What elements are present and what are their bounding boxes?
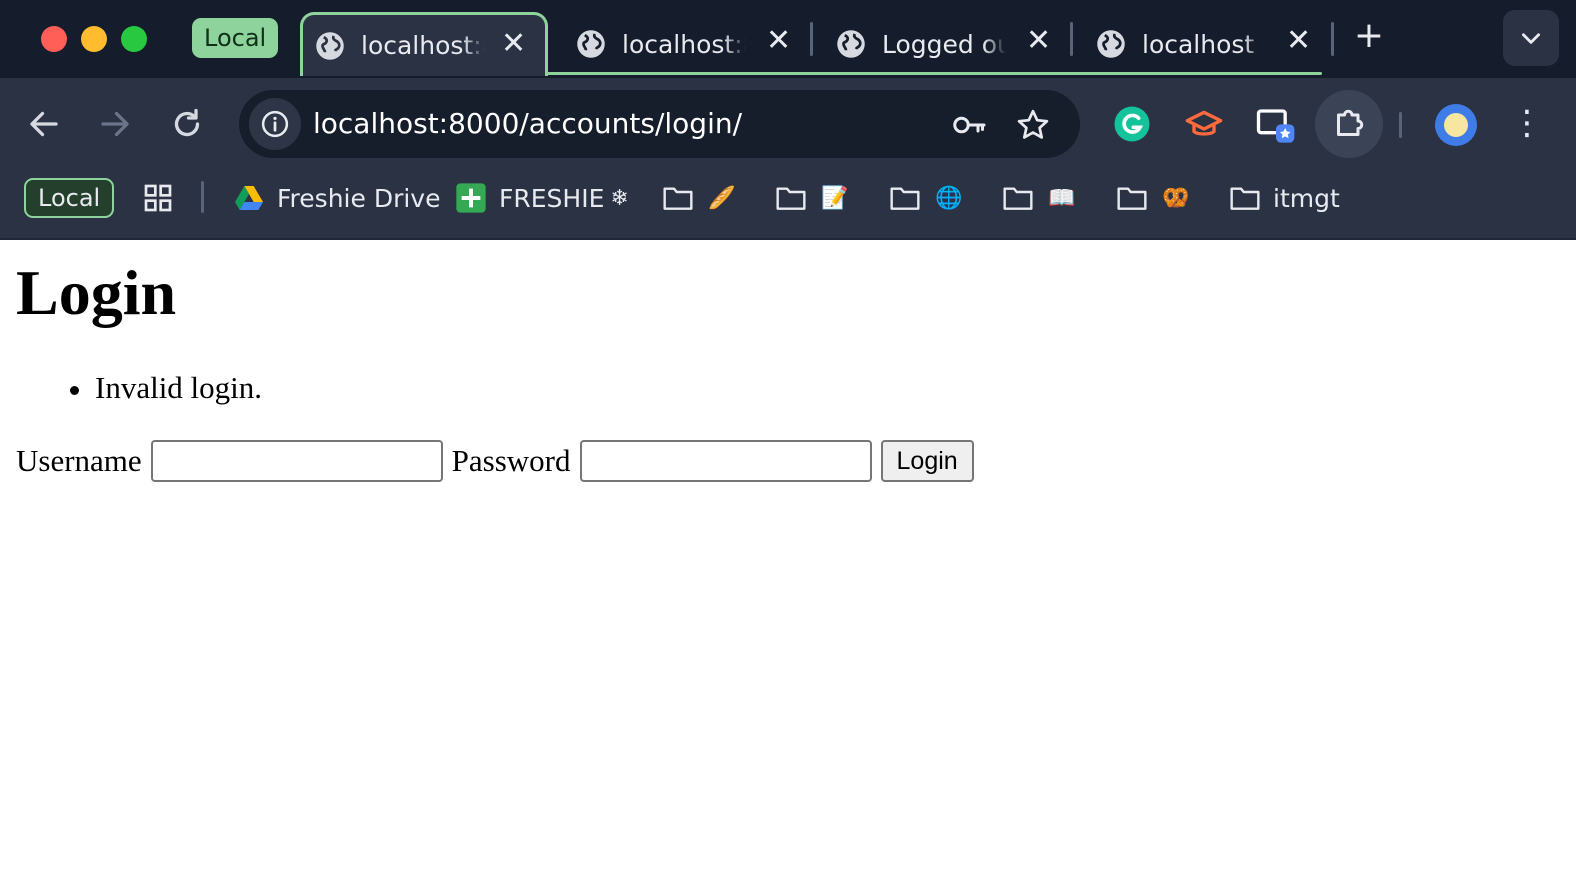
green-plus-icon	[456, 183, 486, 213]
tab-localhost-8000[interactable]: localhost:8000 ✕	[560, 12, 810, 76]
bookmark-label: FRESHIE	[499, 183, 605, 213]
star-icon[interactable]	[1015, 107, 1051, 143]
url-text[interactable]: localhost:8000/accounts/login/	[313, 107, 742, 140]
snowflake-emoji: ❄	[610, 185, 629, 211]
plus-icon[interactable]: +	[1352, 18, 1386, 54]
globe-icon	[316, 31, 344, 60]
close-tab-icon[interactable]: ✕	[766, 26, 791, 56]
apps-grid-icon[interactable]	[142, 182, 174, 214]
tab-separator	[1331, 22, 1334, 56]
bookmarks-separator	[201, 181, 204, 213]
bookmark-label: Freshie Drive	[277, 183, 441, 213]
extensions-button[interactable]	[1315, 90, 1383, 158]
tab-title: localhost:8000/accounts/login/	[361, 31, 485, 60]
username-label: Username	[16, 443, 142, 478]
page-content: Login Invalid login. Username Password L…	[0, 240, 1576, 870]
key-icon[interactable]	[951, 107, 987, 143]
folder-icon	[776, 187, 806, 210]
more-menu-icon[interactable]: ⋮	[1510, 106, 1544, 142]
bookmark-freshie[interactable]: FRESHIE ❄	[455, 180, 629, 216]
bookmark-folder-memo[interactable]: 📝	[775, 180, 848, 216]
tab-title: Logged out	[882, 29, 1006, 59]
toolbar: localhost:8000/accounts/login/ ⋮	[0, 78, 1576, 170]
tab-strip: Local localhost:8000/accounts/login/ ✕ l…	[0, 0, 1576, 78]
password-label: Password	[451, 443, 571, 478]
tab-logged-out[interactable]: Logged out ✕	[820, 12, 1070, 76]
tab-title: localhost:8000	[622, 29, 746, 59]
password-field[interactable]	[579, 440, 872, 482]
tab-separator	[810, 22, 813, 56]
reload-icon[interactable]	[169, 106, 205, 142]
page-title: Login	[16, 257, 177, 328]
folder-icon	[890, 187, 920, 210]
bookmark-folder-pretzel[interactable]: 🥨	[1116, 180, 1189, 216]
site-info-button[interactable]	[249, 98, 301, 150]
address-bar[interactable]: localhost:8000/accounts/login/	[239, 90, 1080, 158]
folder-icon	[1230, 187, 1260, 210]
toolbar-separator	[1399, 112, 1402, 138]
avatar[interactable]	[1435, 104, 1477, 146]
globe-icon	[837, 30, 865, 58]
book-emoji: 📖	[1048, 185, 1076, 211]
error-message: Invalid login.	[69, 370, 263, 405]
folder-icon	[1003, 187, 1033, 210]
zoom-window-button[interactable]	[121, 26, 147, 52]
close-tab-icon[interactable]: ✕	[501, 29, 526, 59]
bread-emoji: 🥖	[708, 185, 736, 211]
bookmark-folder-itmgt[interactable]: itmgt	[1229, 180, 1340, 216]
memo-emoji: 📝	[821, 185, 849, 211]
browser-chrome: Local localhost:8000/accounts/login/ ✕ l…	[0, 0, 1576, 240]
info-icon	[261, 110, 289, 138]
folder-icon	[1117, 187, 1147, 210]
grammarly-icon[interactable]	[1112, 104, 1152, 144]
graduation-cap-icon[interactable]	[1184, 104, 1224, 144]
bookmark-folder-bread[interactable]: 🥖	[662, 180, 735, 216]
bookmark-freshie-drive[interactable]: Freshie Drive	[233, 180, 440, 216]
close-window-button[interactable]	[41, 26, 67, 52]
bookmark-folder-globe[interactable]: 🌐	[889, 180, 962, 216]
back-arrow-icon[interactable]	[26, 106, 62, 142]
username-field[interactable]	[150, 440, 443, 482]
login-button[interactable]: Login	[880, 440, 974, 482]
tab-separator	[1070, 22, 1073, 56]
forward-arrow-icon[interactable]	[97, 106, 133, 142]
tab-group-chip[interactable]: Local	[192, 18, 279, 58]
tab-search-button[interactable]	[1503, 10, 1559, 66]
bookmarks-bar: Local Freshie Drive FRESHIE ❄ 🥖 📝 🌐 📖 🥨 …	[0, 170, 1576, 238]
globe-icon	[1097, 30, 1125, 58]
close-tab-icon[interactable]: ✕	[1026, 26, 1051, 56]
tab-localhost[interactable]: localhost ✕	[1080, 12, 1330, 76]
picture-in-picture-icon[interactable]	[1256, 106, 1296, 146]
error-list: Invalid login.	[69, 370, 263, 406]
pretzel-emoji: 🥨	[1162, 185, 1190, 211]
globe-icon	[577, 30, 605, 58]
bookmark-label: itmgt	[1273, 183, 1340, 213]
globe-emoji: 🌐	[935, 185, 963, 211]
close-tab-icon[interactable]: ✕	[1286, 26, 1311, 56]
tab-title: localhost	[1142, 29, 1255, 59]
bookmark-group-chip[interactable]: Local	[24, 178, 115, 218]
chevron-down-icon	[1522, 33, 1540, 44]
bookmark-folder-book[interactable]: 📖	[1002, 180, 1075, 216]
folder-icon	[663, 187, 693, 210]
google-drive-icon	[235, 186, 263, 210]
login-form: Username Password Login	[16, 440, 974, 482]
minimize-window-button[interactable]	[81, 26, 107, 52]
tab-login[interactable]: localhost:8000/accounts/login/ ✕	[300, 12, 548, 76]
puzzle-icon	[1337, 109, 1364, 136]
